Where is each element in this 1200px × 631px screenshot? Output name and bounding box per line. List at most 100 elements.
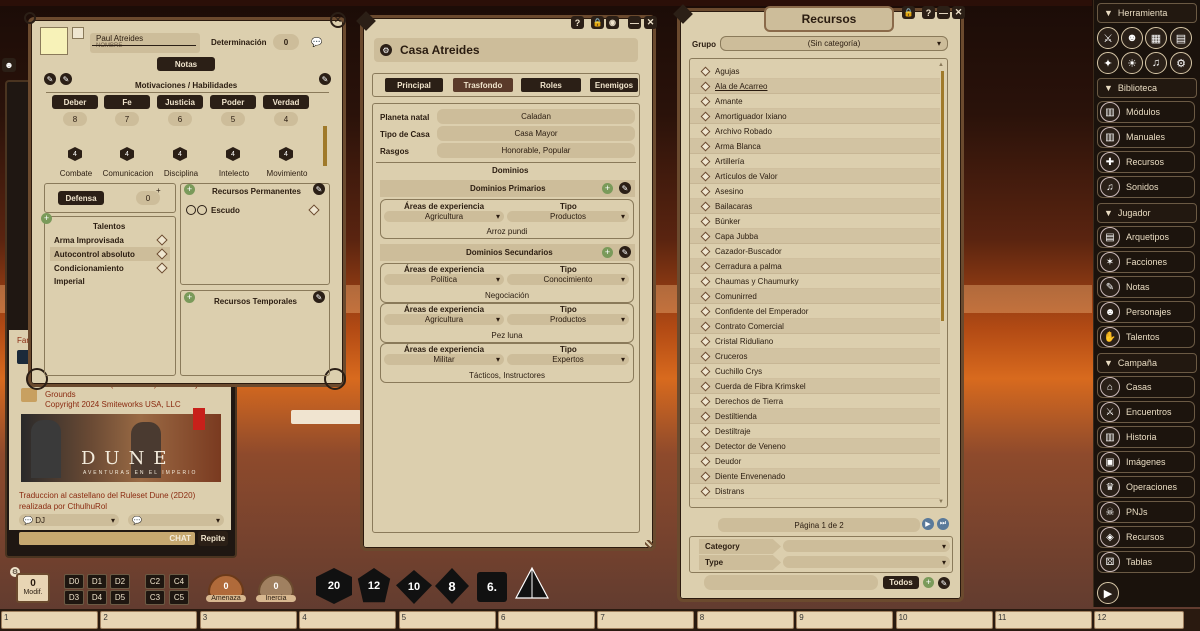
list-item[interactable]: Asesino — [690, 184, 940, 199]
add-resource-icon[interactable]: + — [923, 577, 934, 588]
list-item[interactable]: Contrato Comercial — [690, 319, 940, 334]
sidebar-item-library-0[interactable]: ▥ Módulos — [1097, 101, 1195, 123]
hotbar-slot[interactable]: 7 — [597, 611, 695, 629]
list-item[interactable]: Diente Envenenado — [690, 469, 940, 484]
effects-icon[interactable]: ✦ — [1097, 52, 1119, 74]
list-item[interactable]: Amante — [690, 94, 940, 109]
diamond-icon[interactable] — [700, 186, 711, 196]
motivation-value[interactable]: 8 — [63, 112, 87, 126]
repeat-button[interactable]: Repite — [198, 531, 228, 546]
domain-detail[interactable]: Pez luna — [384, 329, 630, 341]
language-select[interactable]: 💬 ▾ — [128, 514, 224, 526]
diamond-icon[interactable] — [700, 201, 711, 211]
scrollbar[interactable] — [323, 126, 327, 166]
hotbar-slot[interactable]: 1 — [1, 611, 98, 629]
domain-detail[interactable]: Negociación — [384, 289, 630, 301]
list-item[interactable]: Artillería — [690, 154, 940, 169]
minimize-icon[interactable]: — — [628, 16, 641, 29]
threat-counter[interactable]: 0 Amenaza — [206, 574, 246, 604]
diamond-icon[interactable] — [700, 381, 711, 391]
list-item[interactable]: Escudo — [186, 203, 326, 217]
sidebar-item-player-1[interactable]: ✶ Facciones — [1097, 251, 1195, 273]
list-item[interactable]: Condicionamiento — [50, 261, 170, 275]
sidebar-item-library-1[interactable]: ▥ Manuales — [1097, 126, 1195, 148]
category-select[interactable]: ▾ — [783, 540, 950, 552]
tab-roles[interactable]: Roles — [521, 78, 581, 92]
diamond-icon[interactable] — [700, 456, 711, 466]
diamond-icon[interactable] — [700, 471, 711, 481]
resize-grip[interactable] — [645, 540, 655, 550]
chat-input[interactable]: CHAT — [19, 532, 195, 545]
diamond-icon[interactable] — [700, 156, 711, 166]
tab-notas[interactable]: Notas — [157, 57, 215, 71]
list-item[interactable]: Archivo Robado — [690, 124, 940, 139]
edit-icon[interactable]: ✎ — [313, 291, 325, 303]
close-icon[interactable]: ✕ — [952, 6, 965, 19]
list-item[interactable]: Confidente del Emperador — [690, 304, 940, 319]
list-item[interactable]: Chaumas y Chaumurky — [690, 274, 940, 289]
diamond-icon[interactable] — [700, 396, 711, 406]
list-item[interactable]: Deudor — [690, 454, 940, 469]
diamond-icon[interactable] — [156, 234, 168, 246]
diamond-icon[interactable] — [700, 291, 711, 301]
add-domain-icon[interactable]: + — [602, 183, 613, 194]
diamond-icon[interactable] — [700, 171, 711, 181]
type-select[interactable]: Productos ▾ — [507, 211, 629, 222]
edit-icon[interactable]: ✎ — [938, 577, 950, 589]
add-resource-icon[interactable]: + — [184, 184, 195, 195]
edit-icon[interactable]: ✎ — [619, 246, 631, 258]
defense-label[interactable]: Defensa — [58, 191, 104, 205]
motivation-3[interactable]: Poder — [210, 95, 256, 109]
d3-button[interactable]: D3 — [64, 590, 84, 605]
area-select[interactable]: Política ▾ — [384, 274, 504, 285]
sidebar-item-campaign-2[interactable]: ▥ Historia — [1097, 426, 1195, 448]
momentum-counter[interactable]: 0 Inercia — [256, 574, 296, 604]
diamond-icon[interactable] — [700, 96, 711, 106]
portrait[interactable] — [40, 27, 68, 55]
all-button[interactable]: Todos — [883, 576, 919, 589]
speech-icon[interactable]: 💬 — [311, 37, 322, 48]
sidebar-item-library-2[interactable]: ✚ Recursos — [1097, 151, 1195, 173]
token-slot[interactable] — [72, 27, 84, 39]
domain-detail[interactable]: Tácticos, Instructores — [384, 369, 630, 381]
hotbar-slot[interactable]: 12 — [1094, 611, 1185, 629]
next-page-icon[interactable]: ▶ — [922, 518, 934, 530]
tab-principal[interactable]: Principal — [385, 78, 443, 92]
add-domain-icon[interactable]: + — [602, 247, 613, 258]
list-item[interactable]: Cazador-Buscador — [690, 244, 940, 259]
diamond-icon[interactable] — [700, 81, 711, 91]
list-item[interactable]: Cuchillo Crys — [690, 364, 940, 379]
diamond-icon[interactable] — [700, 441, 711, 451]
hotbar-slot[interactable]: 9 — [796, 611, 894, 629]
tab-trasfondo[interactable]: Trasfondo — [453, 78, 513, 92]
diamond-icon[interactable] — [700, 351, 711, 361]
hotbar-slot[interactable]: 5 — [398, 611, 496, 629]
list-item[interactable]: Ala de Acarreo — [690, 79, 940, 94]
list-item[interactable]: Amortiguador Ixiano — [690, 109, 940, 124]
planet-field[interactable]: Caladan — [437, 109, 635, 124]
sidebar-item-campaign-0[interactable]: ⌂ Casas — [1097, 376, 1195, 398]
sidebar-item-campaign-6[interactable]: ◈ Recursos — [1097, 526, 1195, 548]
list-item[interactable]: Derechos de Tierra — [690, 394, 940, 409]
diamond-icon[interactable] — [700, 66, 711, 76]
traits-field[interactable]: Honorable, Popular — [437, 143, 635, 158]
search-input[interactable] — [704, 575, 878, 590]
hotbar-slot[interactable]: 10 — [895, 611, 993, 629]
lock-icon[interactable]: 🔒 — [902, 6, 915, 19]
d12-die[interactable]: 12 — [357, 568, 391, 603]
diamond-icon[interactable] — [700, 111, 711, 121]
name-field[interactable]: Paul Atreides NOMBRE — [90, 33, 200, 53]
list-item[interactable]: Detector de Veneno — [690, 439, 940, 454]
diamond-icon[interactable] — [700, 231, 711, 241]
d1-button[interactable]: D1 — [87, 574, 107, 589]
motivation-4[interactable]: Verdad — [263, 95, 309, 109]
d5-button[interactable]: D5 — [110, 590, 130, 605]
motivation-value[interactable]: 7 — [115, 112, 139, 126]
area-select[interactable]: Agricultura ▾ — [384, 211, 504, 222]
motivation-0[interactable]: Deber — [52, 95, 98, 109]
modifier-box[interactable]: 0 Modif. — [16, 573, 50, 603]
options-icon[interactable]: ⚙ — [1170, 52, 1192, 74]
sidebar-item-campaign-4[interactable]: ♛ Operaciones — [1097, 476, 1195, 498]
diamond-icon[interactable] — [700, 321, 711, 331]
diamond-icon[interactable] — [700, 366, 711, 376]
